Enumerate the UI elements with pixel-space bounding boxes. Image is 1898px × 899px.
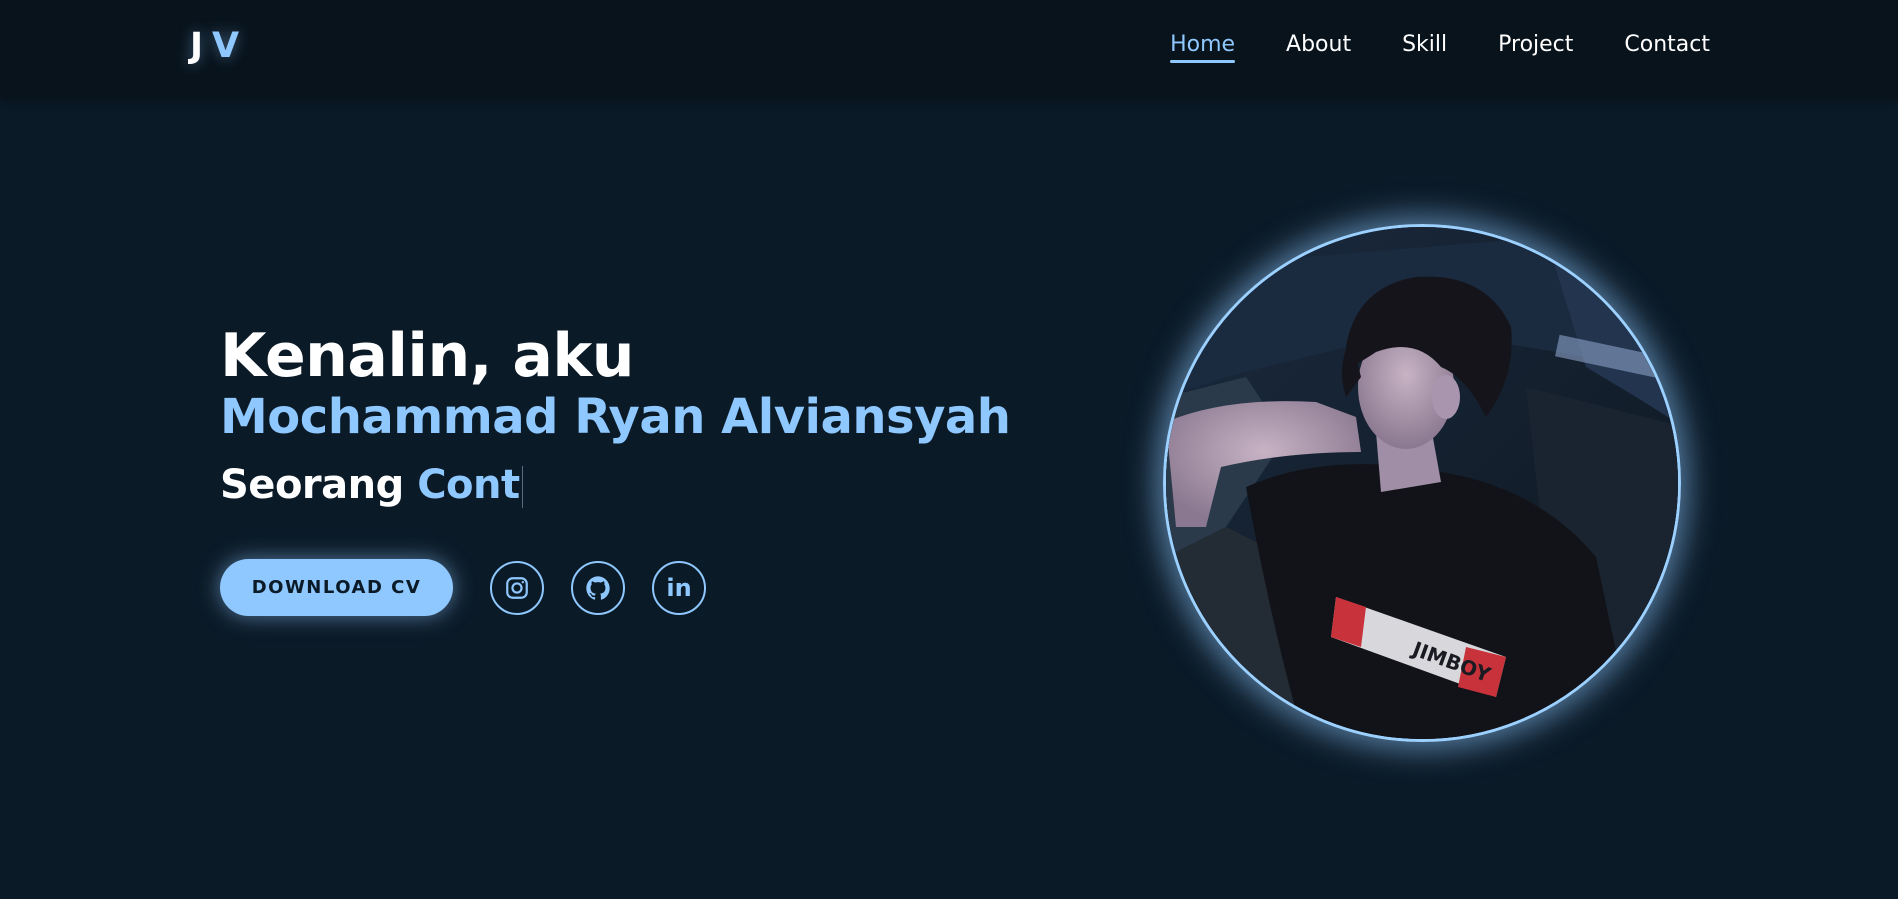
linkedin-icon: in <box>666 573 692 602</box>
nav-link-about[interactable]: About <box>1286 32 1351 61</box>
instagram-link[interactable] <box>490 560 544 615</box>
hero-role: Seorang Cont <box>220 461 1080 509</box>
hero-name: Mochammad Ryan Alviansyah <box>220 389 1011 445</box>
hero-greeting: Kenalin, aku <box>220 321 634 391</box>
instagram-icon <box>506 576 528 599</box>
profile-photo-illustration: JIMBOY <box>1166 227 1678 739</box>
role-typed-text: Cont <box>417 461 520 508</box>
nav-link-project[interactable]: Project <box>1498 32 1573 61</box>
profile-photo: JIMBOY <box>1163 224 1681 742</box>
logo-letter-j: J <box>190 26 205 66</box>
nav-link-home[interactable]: Home <box>1170 32 1235 63</box>
social-links: in <box>490 560 706 615</box>
navbar: JV Home About Skill Project Contact <box>0 0 1898 98</box>
hero-intro: Kenalin, aku Mochammad Ryan Alviansyah S… <box>220 322 1080 509</box>
download-cv-button[interactable]: DOWNLOAD CV <box>220 559 453 616</box>
github-icon <box>586 575 610 600</box>
linkedin-link[interactable]: in <box>652 560 706 615</box>
logo-letter-v: V <box>212 26 241 66</box>
typing-cursor <box>521 465 523 508</box>
github-link[interactable] <box>571 560 625 615</box>
nav-link-skill[interactable]: Skill <box>1402 32 1447 61</box>
site-logo[interactable]: JV <box>190 26 240 66</box>
role-prefix: Seorang <box>220 461 404 508</box>
nav-link-contact[interactable]: Contact <box>1624 32 1710 61</box>
hero-actions: DOWNLOAD CV in <box>220 559 706 616</box>
nav-menu: Home About Skill Project Contact <box>1170 32 1710 63</box>
